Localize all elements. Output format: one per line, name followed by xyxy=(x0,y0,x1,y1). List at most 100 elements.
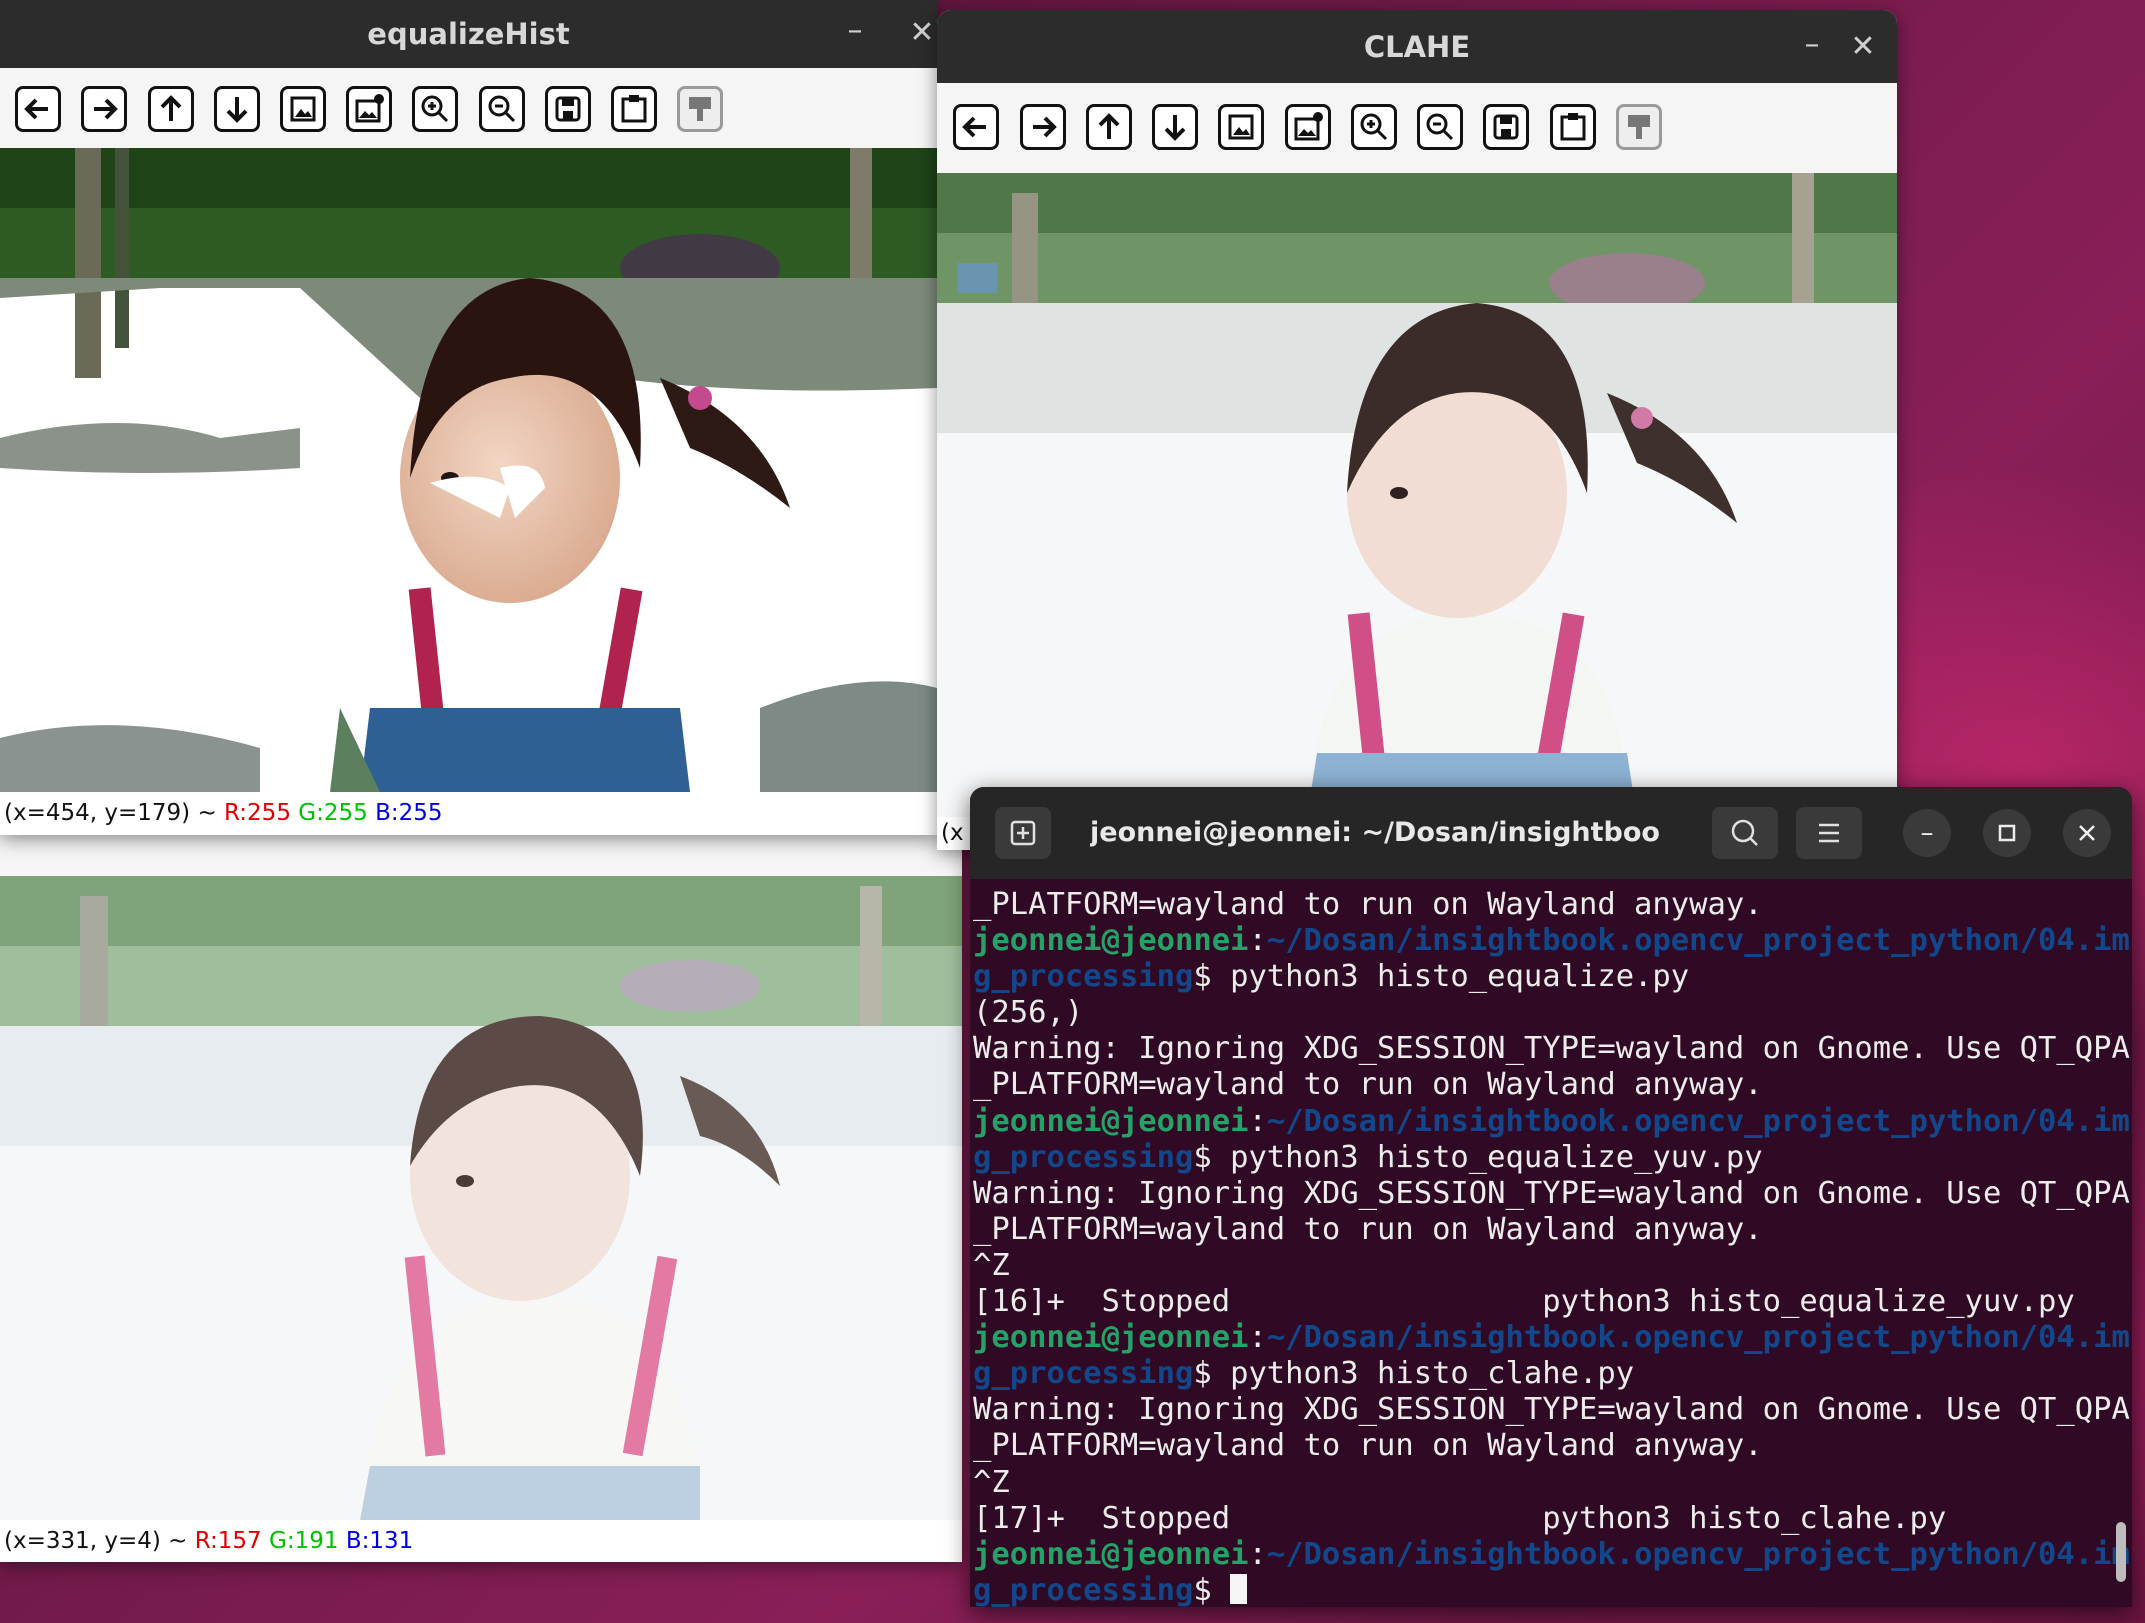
equalizehist-status-bar: (x=454, y=179) ~ R:255 G:255 B:255 xyxy=(0,792,937,835)
terminal-cursor xyxy=(1230,1573,1248,1604)
image-icon[interactable] xyxy=(1218,104,1264,150)
line-text: ^Z xyxy=(973,1247,1010,1283)
line-text: $ python3 histo_clahe.py xyxy=(1193,1356,1635,1392)
clahe-toolbar xyxy=(937,83,1897,173)
terminal-line: (256,) xyxy=(973,995,2108,1031)
terminal-output[interactable]: _PLATFORM=wayland to run on Wayland anyw… xyxy=(973,887,2130,1607)
clahe-title: CLAHE xyxy=(1363,30,1471,64)
child-photo-washed xyxy=(0,876,962,1520)
prompt-path: ~/Dosan/insightbook.opencv_project_pytho… xyxy=(1266,1103,2130,1139)
prompt-user: jeonnei@jeonnei xyxy=(973,1103,1249,1139)
prompt-path: ~/Dosan/insightbook.opencv_project_pytho… xyxy=(1266,1536,2130,1572)
terminal-line: _PLATFORM=wayland to run on Wayland anyw… xyxy=(973,1067,2108,1103)
maximize-button[interactable] xyxy=(1983,809,2031,857)
prompt-path: g_processing xyxy=(973,959,1194,995)
zoom-out-icon[interactable] xyxy=(1417,104,1463,150)
prompt-colon: : xyxy=(1248,1103,1267,1139)
prompt-path: ~/Dosan/insightbook.opencv_project_pytho… xyxy=(1266,923,2130,959)
close-icon xyxy=(2079,825,2095,841)
bottom-status-bar: (x=331, y=4) ~ R:157 G:191 B:131 xyxy=(0,1520,962,1562)
arrow-right-icon[interactable] xyxy=(81,86,127,132)
terminal-line: [16]+ Stopped python3 histo_equalize_yuv… xyxy=(973,1284,2108,1320)
terminal-window[interactable]: jeonnei@jeonnei: ~/Dosan/insightboo... –… xyxy=(970,787,2132,1607)
arrow-down-icon[interactable] xyxy=(1152,104,1198,150)
terminal-headerbar[interactable]: jeonnei@jeonnei: ~/Dosan/insightboo... – xyxy=(970,787,2132,879)
line-text: _PLATFORM=wayland to run on Wayland anyw… xyxy=(973,887,1763,922)
bottom-image-window: (x=331, y=4) ~ R:157 G:191 B:131 xyxy=(0,820,962,1562)
arrow-left-icon[interactable] xyxy=(953,104,999,150)
properties-icon[interactable] xyxy=(677,86,723,132)
clipboard-icon[interactable] xyxy=(1550,104,1596,150)
clahe-titlebar[interactable]: CLAHE – ✕ xyxy=(937,10,1897,83)
line-text: ^Z xyxy=(973,1464,1010,1500)
equalizehist-image[interactable] xyxy=(0,148,937,792)
arrow-right-icon[interactable] xyxy=(1020,104,1066,150)
line-text: _PLATFORM=wayland to run on Wayland anyw… xyxy=(973,1067,1763,1103)
minimize-button[interactable]: – xyxy=(1903,809,1951,857)
terminal-line: Warning: Ignoring XDG_SESSION_TYPE=wayla… xyxy=(973,1031,2130,1067)
bottom-status-coords: (x=331, y=4) ~ xyxy=(4,1528,195,1554)
prompt-path: ~/Dosan/insightbook.opencv_project_pytho… xyxy=(1266,1320,2130,1356)
terminal-line: jeonnei@jeonnei:~/Dosan/insightbook.open… xyxy=(973,923,2130,959)
equalizehist-toolbar xyxy=(0,68,937,148)
arrow-up-icon[interactable] xyxy=(148,86,194,132)
close-button[interactable] xyxy=(2063,809,2111,857)
properties-icon[interactable] xyxy=(1616,104,1662,150)
terminal-line: g_processing$ xyxy=(973,1573,2108,1607)
terminal-line: g_processing$ python3 histo_equalize.py xyxy=(973,959,2108,995)
image-options-icon[interactable] xyxy=(1285,104,1331,150)
clahe-image[interactable] xyxy=(937,173,1897,817)
minimize-button[interactable]: – xyxy=(1792,30,1832,60)
equalizehist-status-coords: (x=454, y=179) ~ xyxy=(4,800,225,826)
bottom-status-b: B:131 xyxy=(345,1528,414,1554)
zoom-in-icon[interactable] xyxy=(412,86,458,132)
prompt-path: g_processing xyxy=(973,1139,1194,1175)
line-text: Warning: Ignoring XDG_SESSION_TYPE=wayla… xyxy=(973,1392,2130,1428)
search-icon xyxy=(1731,819,1758,846)
prompt-user: jeonnei@jeonnei xyxy=(973,1536,1249,1572)
menu-button[interactable] xyxy=(1796,807,1862,859)
equalizehist-status-b: B:255 xyxy=(375,800,443,826)
save-icon[interactable] xyxy=(545,86,591,132)
save-icon[interactable] xyxy=(1483,104,1529,150)
zoom-in-icon[interactable] xyxy=(1351,104,1397,150)
line-text: [17]+ Stopped python3 histo_clahe.py xyxy=(973,1500,1947,1536)
minimize-button[interactable]: – xyxy=(835,16,875,46)
terminal-line: ^Z xyxy=(973,1248,2108,1284)
image-icon[interactable] xyxy=(280,86,326,132)
new-tab-button[interactable] xyxy=(995,807,1051,859)
bottom-image[interactable] xyxy=(0,876,962,1520)
new-tab-icon xyxy=(1010,820,1036,846)
close-button[interactable]: ✕ xyxy=(902,18,937,48)
terminal-line: _PLATFORM=wayland to run on Wayland anyw… xyxy=(973,1428,2108,1464)
line-text: (256,) xyxy=(973,995,1084,1031)
equalizehist-titlebar[interactable]: equalizeHist – ✕ xyxy=(0,0,937,68)
arrow-down-icon[interactable] xyxy=(214,86,260,132)
prompt-colon: : xyxy=(1248,923,1267,959)
equalizehist-window: equalizeHist – ✕ (x=454, y=179) ~ R:255 … xyxy=(0,0,937,835)
clahe-window: CLAHE – ✕ (x xyxy=(937,10,1897,850)
search-button[interactable] xyxy=(1712,807,1778,859)
terminal-line: _PLATFORM=wayland to run on Wayland anyw… xyxy=(973,887,2108,923)
terminal-line: Warning: Ignoring XDG_SESSION_TYPE=wayla… xyxy=(973,1176,2130,1212)
terminal-scrollbar[interactable] xyxy=(2116,1522,2126,1582)
line-text: $ python3 histo_equalize.py xyxy=(1193,959,1690,995)
image-options-icon[interactable] xyxy=(346,86,392,132)
terminal-line: ^Z xyxy=(973,1465,2108,1501)
arrow-up-icon[interactable] xyxy=(1086,104,1132,150)
child-photo-clahe xyxy=(937,173,1897,817)
terminal-line: g_processing$ python3 histo_clahe.py xyxy=(973,1356,2108,1392)
prompt-colon: : xyxy=(1248,1536,1267,1572)
prompt-path: g_processing xyxy=(973,1572,1194,1607)
arrow-left-icon[interactable] xyxy=(15,86,61,132)
clahe-status-partial: (x xyxy=(941,820,964,846)
line-text: $ xyxy=(1193,1572,1231,1607)
zoom-out-icon[interactable] xyxy=(479,86,525,132)
prompt-user: jeonnei@jeonnei xyxy=(973,1320,1249,1356)
line-text: $ python3 histo_equalize_yuv.py xyxy=(1193,1139,1763,1175)
equalizehist-status-r: R:255 xyxy=(224,800,291,826)
terminal-line: _PLATFORM=wayland to run on Wayland anyw… xyxy=(973,1212,2108,1248)
prompt-path: g_processing xyxy=(973,1356,1194,1392)
clipboard-icon[interactable] xyxy=(611,86,657,132)
close-button[interactable]: ✕ xyxy=(1843,32,1883,62)
